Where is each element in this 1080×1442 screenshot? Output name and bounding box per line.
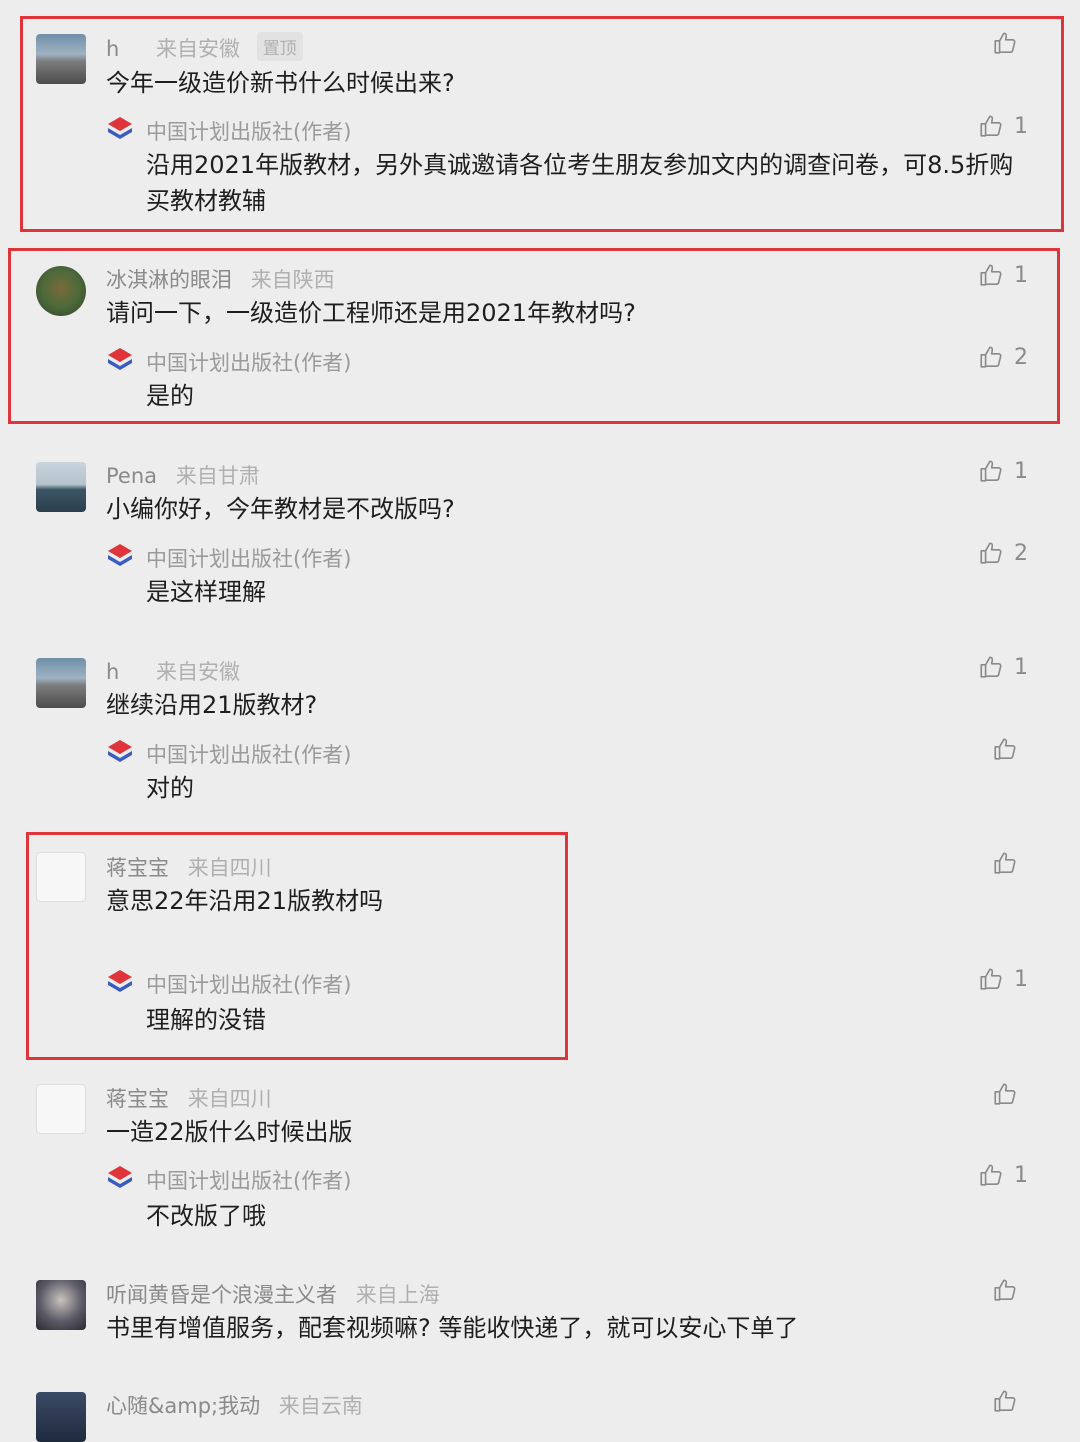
reply-author[interactable]: 中国计划出版社(作者) [146,543,351,573]
comment-text: 今年一级造价新书什么时候出来? [106,69,455,97]
username[interactable]: 心随&amp;我动 [106,1394,260,1418]
comment-text: 意思22年沿用21版教材吗 [106,887,384,915]
comment-meta: h 来自安徽 置顶 [106,32,303,63]
comment-meta: Pena 来自甘肃 [106,460,260,490]
reply-like-button[interactable]: 1 [978,966,1028,992]
reply-text: 不改版了哦 [146,1202,266,1230]
thumbs-up-icon [992,1388,1018,1414]
thumbs-up-icon [978,262,1004,288]
thumbs-up-icon [992,1081,1018,1107]
comment-meta: 心随&amp;我动 来自云南 [106,1390,363,1420]
username[interactable]: 蒋宝宝 [106,856,169,880]
publisher-icon [106,346,134,374]
like-button[interactable]: 1 [978,262,1028,288]
publisher-icon [106,115,134,143]
thumbs-up-icon [992,30,1018,56]
avatar[interactable] [36,1280,86,1330]
location: 来自甘肃 [175,464,260,488]
comment-text: 请问一下，一级造价工程师还是用2021年教材吗? [106,299,636,327]
avatar[interactable] [36,658,86,708]
publisher-icon [106,1164,134,1192]
reply-like-button[interactable]: 2 [978,344,1028,370]
thumbs-up-icon [978,113,1004,139]
username[interactable]: 听闻黄昏是个浪漫主义者 [106,1283,337,1307]
avatar[interactable] [36,34,86,84]
location: 来自陕西 [250,268,335,292]
username[interactable]: 蒋宝宝 [106,1087,169,1111]
reply-text: 对的 [146,774,194,802]
reply-author[interactable]: 中国计划出版社(作者) [146,739,351,769]
comment-meta: 蒋宝宝 来自四川 [106,1083,272,1113]
reply-author[interactable]: 中国计划出版社(作者) [146,1165,351,1195]
like-button[interactable] [992,1388,1028,1414]
username[interactable]: 冰淇淋的眼泪 [106,268,232,292]
avatar[interactable] [36,1392,86,1442]
username[interactable]: h [106,660,119,684]
comment-text: 继续沿用21版教材? [106,691,318,719]
avatar[interactable] [36,266,86,316]
location: 来自四川 [187,1087,272,1111]
like-button[interactable] [992,850,1028,876]
like-button[interactable] [992,1081,1028,1107]
reply-text: 是这样理解 [146,578,266,606]
reply-like-button[interactable]: 2 [978,540,1028,566]
location: 来自安徽 [156,660,240,684]
thumbs-up-icon [978,966,1004,992]
thumbs-up-icon [992,850,1018,876]
publisher-icon [106,542,134,570]
like-button[interactable] [992,30,1028,56]
reply-author[interactable]: 中国计划出版社(作者) [146,347,351,377]
location: 来自云南 [278,1394,363,1418]
like-button[interactable] [992,1277,1028,1303]
pinned-badge: 置顶 [256,32,303,61]
thumbs-up-icon [978,1162,1004,1188]
reply-text: 沿用2021年版教材，另外真诚邀请各位考生朋友参加文内的调查问卷，可8.5折购买… [146,151,1014,215]
thumbs-up-icon [978,344,1004,370]
thumbs-up-icon [992,1277,1018,1303]
publisher-icon [106,968,134,996]
comment-text: 书里有增值服务，配套视频嘛? 等能收快递了，就可以安心下单了 [106,1314,799,1342]
location: 来自安徽 [156,37,240,61]
reply-like-button[interactable] [992,736,1028,762]
comment-meta: h 来自安徽 [106,656,240,686]
thumbs-up-icon [978,458,1004,484]
reply-text: 理解的没错 [146,1006,266,1034]
comment-text: 小编你好，今年教材是不改版吗? [106,495,455,523]
like-button[interactable]: 1 [978,654,1028,680]
comment-text: 一造22版什么时候出版 [106,1118,353,1146]
location: 来自四川 [187,856,272,880]
reply-author[interactable]: 中国计划出版社(作者) [146,969,351,999]
comment-meta: 蒋宝宝 来自四川 [106,852,272,882]
username[interactable]: h [106,37,119,61]
username[interactable]: Pena [106,464,157,488]
reply-author[interactable]: 中国计划出版社(作者) [146,116,351,146]
avatar[interactable] [36,852,86,902]
thumbs-up-icon [992,736,1018,762]
thumbs-up-icon [978,654,1004,680]
avatar[interactable] [36,1084,86,1134]
avatar[interactable] [36,462,86,512]
location: 来自上海 [355,1283,440,1307]
thumbs-up-icon [978,540,1004,566]
reply-like-button[interactable]: 1 [978,1162,1028,1188]
reply-like-button[interactable]: 1 [978,113,1028,139]
comment-meta: 听闻黄昏是个浪漫主义者 来自上海 [106,1279,440,1309]
reply-text: 是的 [146,382,194,410]
publisher-icon [106,738,134,766]
comment-meta: 冰淇淋的眼泪 来自陕西 [106,264,335,294]
like-button[interactable]: 1 [978,458,1028,484]
